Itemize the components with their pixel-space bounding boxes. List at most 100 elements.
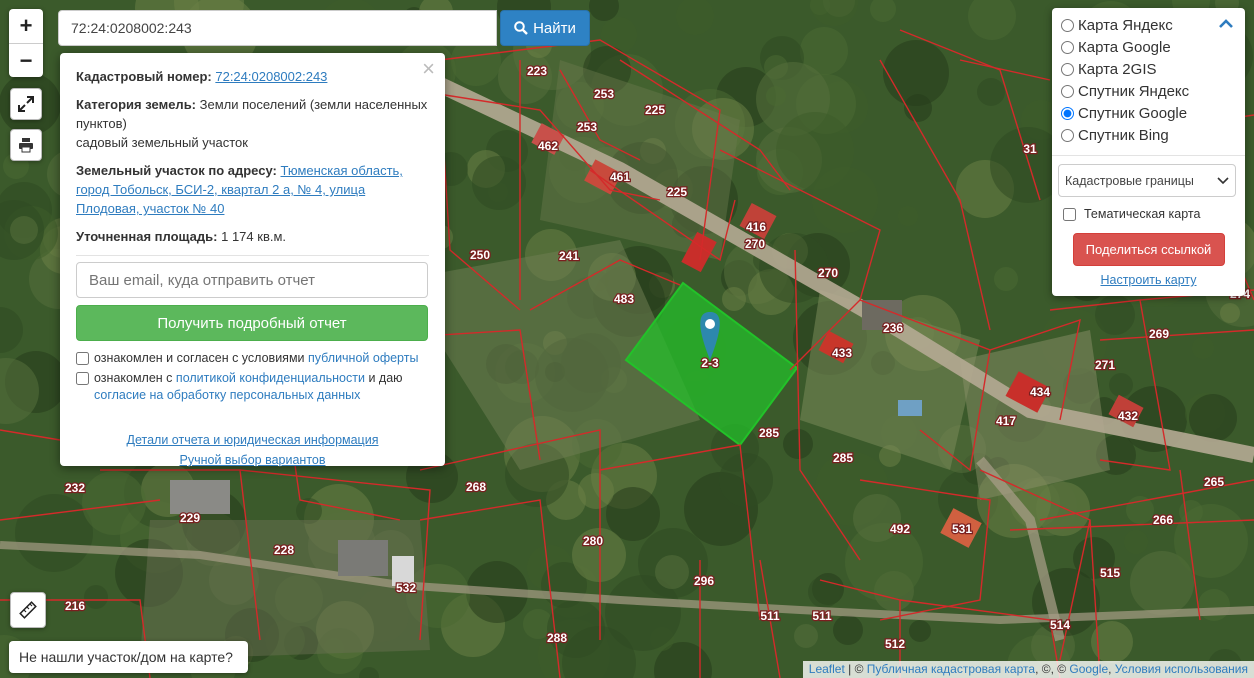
offer-consent-checkbox[interactable] <box>76 352 89 365</box>
area-label: Уточненная площадь: <box>76 229 218 244</box>
cadastral-number-label: Кадастровый номер: <box>76 69 212 84</box>
layer-radio[interactable] <box>1061 106 1074 120</box>
layer-radio[interactable] <box>1061 84 1074 98</box>
land-use-value: садовый земельный участок <box>76 135 248 150</box>
plot-number-label: 268 <box>466 480 486 494</box>
google-link[interactable]: Google <box>1069 662 1108 676</box>
plot-number-label: 512 <box>885 637 905 651</box>
terms-link[interactable]: Условия использования <box>1115 662 1248 676</box>
plot-number-label: 288 <box>547 631 567 645</box>
plot-number-label: 285 <box>759 426 779 440</box>
plot-number-label: 462 <box>538 139 558 153</box>
get-report-button[interactable]: Получить подробный отчет <box>76 305 428 341</box>
chevron-up-icon[interactable] <box>1219 16 1233 34</box>
plot-number-label: 271 <box>1095 358 1115 372</box>
privacy-consent-text: ознакомлен с политикой конфиденциальност… <box>94 370 429 404</box>
plot-number-label: 532 <box>396 581 416 595</box>
fullscreen-button[interactable] <box>10 88 42 120</box>
print-button[interactable] <box>10 129 42 161</box>
layer-option-label: Спутник Яндекс <box>1078 82 1190 100</box>
configure-map-link[interactable]: Настроить карту <box>1061 273 1236 287</box>
layer-option[interactable]: Спутник Bing <box>1061 124 1236 146</box>
leaflet-link[interactable]: Leaflet <box>809 662 845 676</box>
plot-number-label: 511 <box>760 609 780 623</box>
search-button[interactable]: Найти <box>500 10 590 46</box>
area-value: 1 174 кв.м. <box>221 229 287 244</box>
public-offer-link[interactable]: публичной оферты <box>308 351 418 365</box>
zoom-in-button[interactable]: + <box>9 9 43 43</box>
plot-number-label: 266 <box>1153 513 1173 527</box>
layer-radio[interactable] <box>1061 40 1074 54</box>
layer-option[interactable]: Спутник Яндекс <box>1061 80 1236 102</box>
plot-number-label: 433 <box>832 346 852 360</box>
privacy-consent-checkbox[interactable] <box>76 372 89 385</box>
layer-radio[interactable] <box>1061 18 1074 32</box>
plot-number-label: 296 <box>694 574 714 588</box>
pkk-link[interactable]: Публичная кадастровая карта <box>867 662 1035 676</box>
plot-number-label: 270 <box>745 237 765 251</box>
share-link-button[interactable]: Поделиться ссылкой <box>1072 233 1225 266</box>
base-layer-options: Карта Яндекс Карта Google Карта 2GIS Спутни… <box>1061 14 1236 146</box>
layer-radio[interactable] <box>1061 62 1074 76</box>
layer-option-label: Спутник Bing <box>1078 126 1169 144</box>
personal-data-consent-link[interactable]: согласие на обработку персональных данны… <box>94 388 360 402</box>
parcel-info-popup: × Кадастровый номер: 72:24:0208002:243 К… <box>60 53 445 467</box>
plot-number-label: 416 <box>746 220 766 234</box>
attribution-separator: , ©, © <box>1035 662 1070 676</box>
privacy-policy-link[interactable]: политикой конфиденциальности <box>176 371 365 385</box>
cadastral-number-link[interactable]: 72:24:0208002:243 <box>215 69 327 84</box>
address-label: Земельный участок по адресу: <box>76 163 277 178</box>
layer-option-label: Карта Яндекс <box>1078 16 1173 34</box>
plot-number-label: 280 <box>583 534 603 548</box>
email-field[interactable] <box>76 262 428 298</box>
layer-option[interactable]: Спутник Google <box>1061 102 1236 124</box>
area-row: Уточненная площадь: 1 174 кв.м. <box>76 227 429 246</box>
plot-number-label: 515 <box>1100 566 1120 580</box>
close-icon[interactable]: × <box>422 57 435 81</box>
layer-option-label: Карта 2GIS <box>1078 60 1157 78</box>
chevron-down-icon <box>1217 176 1229 184</box>
plot-number-label: 483 <box>614 292 634 306</box>
search-icon <box>514 21 528 35</box>
attribution-separator: | © <box>844 662 867 676</box>
layer-option[interactable]: Карта Google <box>1061 36 1236 58</box>
privacy-consent-row[interactable]: ознакомлен с политикой конфиденциальност… <box>76 370 429 404</box>
plot-number-label: 228 <box>274 543 294 557</box>
zoom-control: + − <box>9 9 43 77</box>
offer-consent-label: ознакомлен и согласен с условиями <box>94 351 305 365</box>
cadastral-search-input[interactable] <box>58 10 497 46</box>
privacy-consent-label: ознакомлен с <box>94 371 173 385</box>
plot-number-label: 229 <box>180 511 200 525</box>
plot-number-label: 225 <box>645 103 665 117</box>
layer-option-label: Карта Google <box>1078 38 1171 56</box>
plot-number-label: 225 <box>667 185 687 199</box>
plot-number-label: 241 <box>559 249 579 263</box>
plot-number-label: 492 <box>890 522 910 536</box>
plot-number-label: 223 <box>527 64 547 78</box>
privacy-consent-and: и даю <box>368 371 403 385</box>
layer-option[interactable]: Карта Яндекс <box>1061 14 1236 36</box>
divider <box>76 255 429 256</box>
cadastre-layer-select[interactable]: Кадастровые границы <box>1058 164 1236 197</box>
manual-selection-link[interactable]: Ручной выбор вариантов <box>76 450 429 470</box>
plot-number-label: 253 <box>577 120 597 134</box>
report-details-link[interactable]: Детали отчета и юридическая информация <box>76 430 429 450</box>
layer-option[interactable]: Карта 2GIS <box>1061 58 1236 80</box>
plot-number-label: 232 <box>65 481 85 495</box>
plot-number-label: 270 <box>818 266 838 280</box>
thematic-map-checkbox[interactable] <box>1063 207 1076 221</box>
plot-number-label: 531 <box>952 522 972 536</box>
thematic-map-label: Тематическая карта <box>1084 207 1201 221</box>
zoom-out-button[interactable]: − <box>9 43 43 77</box>
not-found-button[interactable]: Не нашли участок/дом на карте? <box>9 641 248 673</box>
offer-consent-row[interactable]: ознакомлен и согласен с условиями публич… <box>76 350 429 367</box>
layer-radio[interactable] <box>1061 128 1074 142</box>
land-category-row: Категория земель: Земли поселений (земли… <box>76 95 429 152</box>
cadastre-layer-value: Кадастровые границы <box>1065 173 1194 188</box>
ruler-button[interactable] <box>10 592 46 628</box>
plot-number-label: 253 <box>594 87 614 101</box>
thematic-map-toggle[interactable]: Тематическая карта <box>1063 207 1236 221</box>
cadastral-number-row: Кадастровый номер: 72:24:0208002:243 <box>76 67 429 86</box>
plot-number-label: 285 <box>833 451 853 465</box>
map-attribution: Leaflet | © Публичная кадастровая карта,… <box>802 661 1254 678</box>
